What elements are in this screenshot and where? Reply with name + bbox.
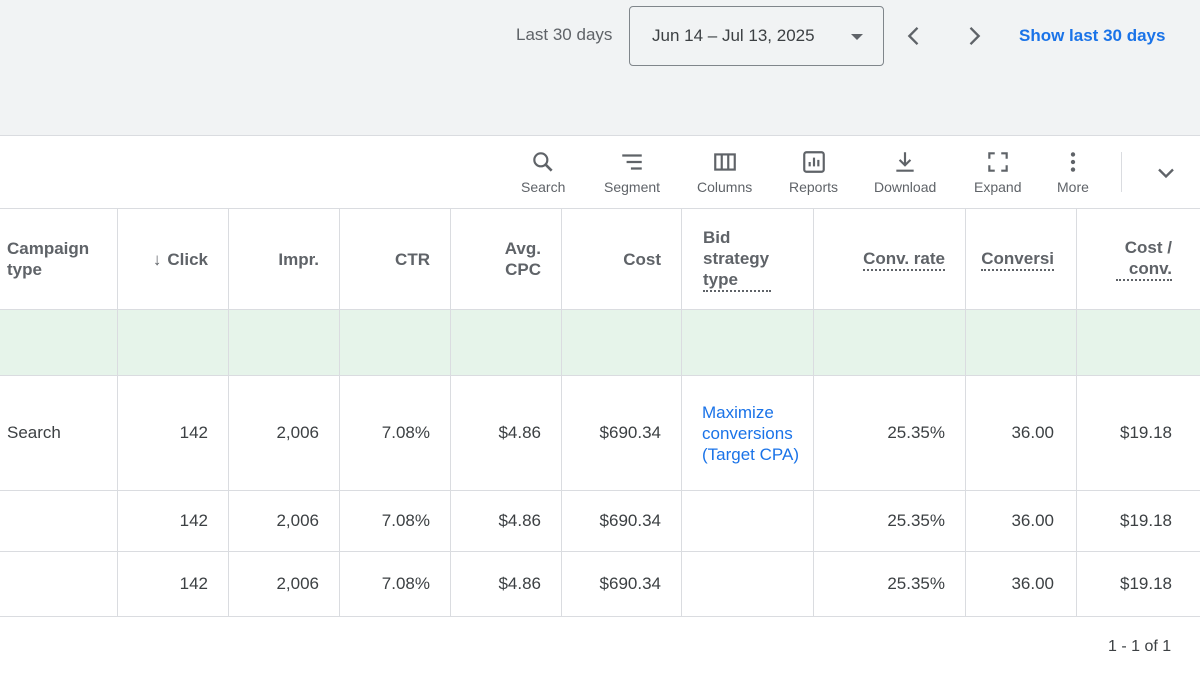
cell-conversions: 36.00 — [966, 552, 1077, 616]
cell-campaign-type — [0, 491, 118, 551]
columns-label: Columns — [697, 179, 753, 195]
cell-ctr: 7.08% — [340, 376, 451, 490]
date-range-select[interactable]: Jun 14 – Jul 13, 2025 — [629, 6, 884, 66]
cell-clicks: 142 — [118, 491, 229, 551]
table-row[interactable]: 142 2,006 7.08% $4.86 $690.34 25.35% 36.… — [0, 491, 1200, 552]
cell-bid-strategy — [682, 491, 814, 551]
table-cell — [562, 310, 682, 375]
cell-conv-rate: 25.35% — [814, 552, 966, 616]
cell-ctr: 7.08% — [340, 491, 451, 551]
table-cell — [682, 310, 814, 375]
search-icon — [533, 152, 553, 172]
arrow-down-icon: ↓ — [152, 249, 162, 269]
cell-cost: $690.34 — [562, 376, 682, 490]
header-cost[interactable]: Cost — [562, 209, 682, 309]
cell-conv-rate: 25.35% — [814, 491, 966, 551]
header-campaign-type[interactable]: Campaign type — [0, 209, 118, 309]
table-cell — [451, 310, 562, 375]
header-cost-per-conv[interactable]: Cost / conv. — [1077, 209, 1200, 309]
table-cell — [966, 310, 1077, 375]
more-button[interactable]: More — [1057, 149, 1089, 195]
more-label: More — [1057, 179, 1089, 195]
expand-label: Expand — [974, 179, 1022, 195]
cell-ctr: 7.08% — [340, 552, 451, 616]
cell-clicks: 142 — [118, 376, 229, 490]
header-clicks[interactable]: ↓ Click — [118, 209, 229, 309]
cell-avg-cpc: $4.86 — [451, 376, 562, 490]
cell-cost-per-conv: $19.18 — [1120, 511, 1172, 530]
table-row[interactable]: 142 2,006 7.08% $4.86 $690.34 25.35% 36.… — [0, 552, 1200, 617]
segment-button[interactable]: Segment — [604, 149, 660, 195]
reports-button[interactable]: Reports — [789, 149, 838, 195]
cell-impressions: 2,006 — [229, 552, 340, 616]
table-row[interactable]: Search 142 2,006 7.08% $4.86 $690.34 Max… — [0, 376, 1200, 491]
show-last-30-days-link[interactable]: Show last 30 days — [1019, 26, 1165, 46]
toolbar-divider — [1121, 152, 1122, 192]
cell-conversions: 36.00 — [966, 376, 1077, 490]
header-impressions[interactable]: Impr. — [229, 209, 340, 309]
segment-icon — [622, 154, 642, 170]
highlight-row — [0, 310, 1200, 376]
previous-period-button[interactable] — [900, 22, 928, 50]
cell-avg-cpc: $4.86 — [451, 491, 562, 551]
table-toolbar: Search Segment Columns Reports Download … — [0, 137, 1200, 209]
header-bid-strategy-type[interactable]: Bid strategy type — [682, 209, 814, 309]
table-cell — [1077, 310, 1200, 375]
date-range-bar: Last 30 days Jun 14 – Jul 13, 2025 Show … — [0, 0, 1200, 136]
chevron-down-icon — [1158, 168, 1174, 179]
cell-impressions: 2,006 — [229, 376, 340, 490]
columns-button[interactable]: Columns — [697, 149, 752, 195]
chevron-right-icon — [969, 27, 981, 45]
table-header-row: Campaign type ↓ Click Impr. CTR Avg. CPC … — [0, 209, 1200, 310]
cell-cost-per-conv: $19.18 — [1120, 574, 1172, 593]
bid-strategy-link[interactable]: Maximize conversions (Target CPA) — [682, 376, 814, 490]
expand-button[interactable]: Expand — [974, 149, 1021, 195]
columns-icon — [713, 153, 736, 171]
reports-icon — [802, 151, 825, 173]
cell-avg-cpc: $4.86 — [451, 552, 562, 616]
cell-conversions: 36.00 — [966, 491, 1077, 551]
fullscreen-icon — [987, 152, 1008, 172]
segment-label: Segment — [604, 179, 661, 195]
table-cell — [118, 310, 229, 375]
cell-campaign-type — [0, 552, 118, 616]
more-vert-icon — [1070, 152, 1076, 172]
search-button[interactable]: Search — [521, 149, 565, 195]
next-period-button[interactable] — [960, 22, 988, 50]
cell-bid-strategy — [682, 552, 814, 616]
table-cell — [229, 310, 340, 375]
table-cell — [0, 310, 118, 375]
pagination-status: 1 - 1 of 1 — [1108, 638, 1172, 655]
table-cell — [340, 310, 451, 375]
chevron-left-icon — [907, 27, 919, 45]
reports-label: Reports — [789, 179, 839, 195]
cell-cost-per-conv: $19.18 — [1120, 423, 1172, 442]
search-label: Search — [521, 179, 566, 195]
collapse-toolbar-button[interactable] — [1152, 159, 1180, 187]
header-avg-cpc[interactable]: Avg. CPC — [451, 209, 562, 309]
date-range-value: Jun 14 – Jul 13, 2025 — [652, 26, 815, 45]
cell-cost: $690.34 — [562, 552, 682, 616]
cell-clicks: 142 — [118, 552, 229, 616]
download-icon — [896, 152, 914, 172]
table-cell — [814, 310, 966, 375]
cell-cost: $690.34 — [562, 491, 682, 551]
header-ctr[interactable]: CTR — [340, 209, 451, 309]
download-button[interactable]: Download — [874, 149, 936, 195]
header-conv-rate[interactable]: Conv. rate — [814, 209, 966, 309]
dropdown-arrow-icon — [851, 34, 863, 40]
cell-conv-rate: 25.35% — [814, 376, 966, 490]
cell-campaign-type: Search — [0, 376, 118, 490]
download-label: Download — [874, 179, 937, 195]
header-conversions[interactable]: Conversi — [966, 209, 1077, 309]
cell-impressions: 2,006 — [229, 491, 340, 551]
range-label: Last 30 days — [516, 25, 613, 44]
